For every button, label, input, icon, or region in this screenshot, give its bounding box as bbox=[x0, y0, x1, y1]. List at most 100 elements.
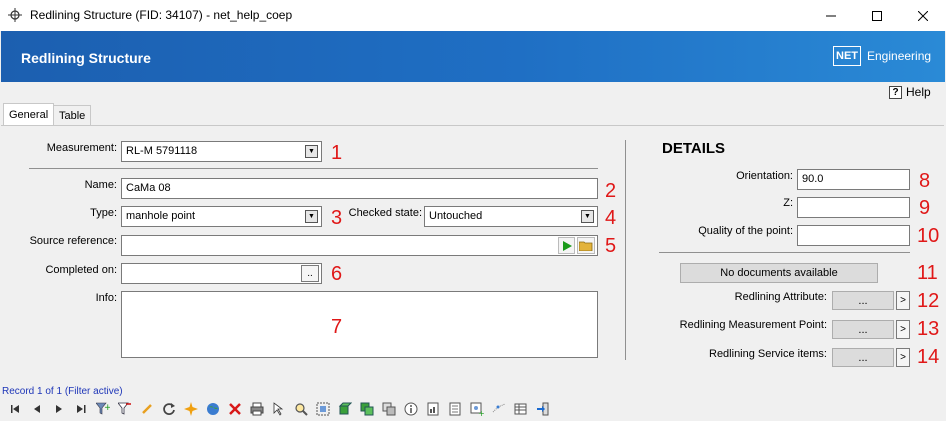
edit-button[interactable] bbox=[136, 399, 158, 419]
checked-state-dropdown[interactable]: Untouched ▼ bbox=[424, 206, 598, 227]
help-button[interactable]: ? Help bbox=[889, 85, 931, 99]
quality-label: Quality of the point: bbox=[698, 225, 793, 237]
svg-text:+: + bbox=[478, 409, 484, 416]
image-add-icon: + bbox=[470, 402, 484, 416]
close-button[interactable] bbox=[900, 0, 946, 31]
orientation-label: Orientation: bbox=[736, 170, 793, 182]
marker-10: 10 bbox=[917, 225, 940, 247]
marker-6: 6 bbox=[331, 263, 343, 285]
tab-table[interactable]: Table bbox=[53, 105, 92, 125]
zoom-button[interactable] bbox=[290, 399, 312, 419]
last-record-button[interactable] bbox=[70, 399, 92, 419]
add-image-button[interactable]: + bbox=[466, 399, 488, 419]
marker-11: 11 bbox=[917, 262, 938, 284]
minimize-button[interactable] bbox=[808, 0, 854, 31]
info-textarea[interactable] bbox=[121, 291, 598, 358]
divider bbox=[29, 168, 598, 169]
marker-12: 12 bbox=[917, 290, 940, 312]
maximize-icon bbox=[872, 10, 882, 21]
navigation-toolbar: + + bbox=[4, 398, 554, 420]
zoom-extent-icon bbox=[316, 402, 330, 416]
sparkle-icon bbox=[184, 402, 198, 416]
z-field[interactable] bbox=[797, 197, 910, 218]
open-folder-button[interactable] bbox=[577, 237, 595, 254]
add-filter-button[interactable]: + bbox=[92, 399, 114, 419]
previous-record-button[interactable] bbox=[26, 399, 48, 419]
logo-box: NET bbox=[833, 46, 861, 66]
chevron-right-icon: > bbox=[900, 295, 906, 306]
type-value: manhole point bbox=[126, 210, 196, 222]
exit-button[interactable] bbox=[532, 399, 554, 419]
previous-icon bbox=[33, 405, 40, 413]
type-dropdown[interactable]: manhole point ▼ bbox=[121, 206, 322, 227]
name-field[interactable]: CaMa 08 bbox=[121, 178, 598, 199]
first-record-button[interactable] bbox=[4, 399, 26, 419]
folder-icon bbox=[579, 241, 593, 251]
new-record-button[interactable] bbox=[180, 399, 202, 419]
select-button[interactable] bbox=[268, 399, 290, 419]
close-icon bbox=[918, 10, 928, 21]
z-label: Z: bbox=[783, 197, 793, 209]
source-reference-field[interactable] bbox=[121, 235, 598, 256]
quality-field[interactable] bbox=[797, 225, 910, 246]
redlining-attribute-navigate[interactable]: > bbox=[896, 291, 910, 310]
refresh-button[interactable] bbox=[158, 399, 180, 419]
redlining-measurement-point-button[interactable]: ... bbox=[832, 320, 894, 339]
maximize-button[interactable] bbox=[854, 0, 900, 31]
header-banner: Redlining Structure NET Engineering bbox=[1, 31, 945, 82]
documents-button[interactable]: No documents available bbox=[680, 263, 878, 283]
record-status: Record 1 of 1 (Filter active) bbox=[2, 386, 123, 397]
split-button[interactable] bbox=[488, 399, 510, 419]
measurement-dropdown[interactable]: RL-M 5791118 ▼ bbox=[121, 141, 322, 162]
documents-label: No documents available bbox=[720, 267, 838, 279]
chevron-down-icon: ▼ bbox=[305, 145, 318, 158]
help-label: Help bbox=[906, 85, 931, 99]
redlining-service-items-navigate[interactable]: > bbox=[896, 348, 910, 367]
crosshair-icon bbox=[8, 8, 22, 22]
redlining-attribute-label: Redlining Attribute: bbox=[734, 291, 827, 303]
date-picker-button-label: .. bbox=[307, 268, 313, 279]
type-label: Type: bbox=[90, 207, 117, 219]
next-record-button[interactable] bbox=[48, 399, 70, 419]
delete-button[interactable] bbox=[224, 399, 246, 419]
play-button[interactable] bbox=[558, 237, 575, 254]
copy-icon bbox=[382, 402, 396, 416]
marker-4: 4 bbox=[605, 207, 617, 229]
magnifier-icon bbox=[295, 403, 308, 416]
name-label: Name: bbox=[84, 179, 117, 191]
details-heading: DETAILS bbox=[662, 140, 726, 157]
tab-general-label: General bbox=[9, 108, 49, 121]
remove-filter-button[interactable] bbox=[114, 399, 136, 419]
globe-icon bbox=[207, 403, 219, 415]
redlining-service-items-button[interactable]: ... bbox=[832, 348, 894, 367]
zoom-extent-button[interactable] bbox=[312, 399, 334, 419]
copy-button[interactable] bbox=[378, 399, 400, 419]
last-record-icon bbox=[76, 405, 85, 413]
marker-9: 9 bbox=[919, 197, 931, 219]
redlining-attribute-button[interactable]: ... bbox=[832, 291, 894, 310]
redlining-measurement-point-button-label: ... bbox=[858, 323, 868, 336]
source-reference-label: Source reference: bbox=[29, 235, 117, 247]
svg-text:+: + bbox=[104, 403, 110, 413]
report-button[interactable] bbox=[422, 399, 444, 419]
globe-button[interactable] bbox=[202, 399, 224, 419]
orientation-field[interactable]: 90.0 bbox=[797, 169, 910, 190]
completed-on-field[interactable] bbox=[121, 263, 322, 284]
minimize-icon bbox=[826, 15, 836, 16]
print-button[interactable] bbox=[246, 399, 268, 419]
help-icon: ? bbox=[889, 85, 902, 99]
filter-add-icon: + bbox=[96, 402, 110, 415]
completed-on-label: Completed on: bbox=[45, 264, 117, 276]
measurement-label: Measurement: bbox=[46, 142, 117, 154]
info-label: Info: bbox=[95, 292, 117, 304]
redlining-measurement-point-navigate[interactable]: > bbox=[896, 320, 910, 339]
info-button[interactable] bbox=[400, 399, 422, 419]
object-button[interactable] bbox=[334, 399, 356, 419]
tab-general[interactable]: General bbox=[3, 103, 55, 125]
table-button[interactable] bbox=[510, 399, 532, 419]
copy-object-button[interactable] bbox=[356, 399, 378, 419]
document-button[interactable] bbox=[444, 399, 466, 419]
date-picker-button[interactable]: .. bbox=[301, 265, 319, 282]
chevron-right-icon: > bbox=[900, 324, 906, 335]
copy-green-icon bbox=[360, 402, 374, 416]
